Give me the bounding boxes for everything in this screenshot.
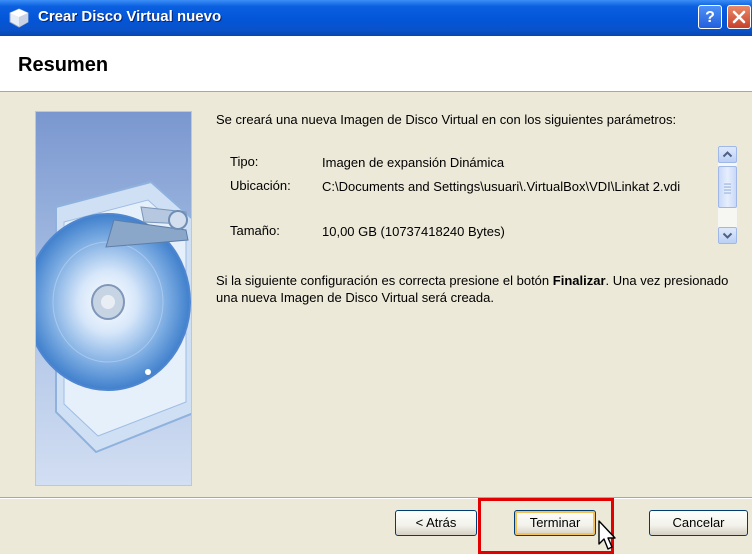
finish-highlight-box bbox=[478, 498, 614, 554]
note-finish-word: Finalizar bbox=[552, 273, 606, 288]
confirmation-note: Si la siguiente configuración es correct… bbox=[216, 272, 731, 306]
title-bar[interactable]: Crear Disco Virtual nuevo ? bbox=[0, 0, 752, 36]
summary-intro: Se creará una nueva Imagen de Disco Virt… bbox=[216, 112, 677, 127]
grip-icon bbox=[724, 182, 731, 194]
param-label-location: Ubicación: bbox=[230, 178, 291, 193]
footer-separator bbox=[0, 497, 752, 499]
hard-disk-illustration bbox=[35, 111, 192, 486]
param-label-size: Tamaño: bbox=[230, 223, 280, 238]
param-value-size: 10,00 GB (10737418240 Bytes) bbox=[322, 224, 505, 239]
wizard-header: Resumen bbox=[0, 36, 752, 92]
back-button[interactable]: < Atrás bbox=[395, 510, 477, 536]
mouse-pointer-icon bbox=[598, 520, 616, 550]
chevron-down-icon bbox=[722, 232, 733, 239]
page-title: Resumen bbox=[18, 54, 109, 76]
scroll-down-button[interactable] bbox=[718, 227, 737, 244]
virtualbox-icon bbox=[9, 8, 29, 28]
hard-disk-icon bbox=[36, 180, 191, 454]
scroll-up-button[interactable] bbox=[718, 146, 737, 163]
close-button[interactable] bbox=[727, 5, 751, 29]
chevron-up-icon bbox=[722, 151, 733, 158]
scroll-thumb[interactable] bbox=[718, 166, 737, 208]
param-value-type: Imagen de expansión Dinámica bbox=[322, 155, 505, 170]
help-button[interactable]: ? bbox=[698, 5, 722, 29]
window-title: Crear Disco Virtual nuevo bbox=[38, 8, 222, 25]
parameters-list[interactable]: Tipo: Imagen de expansión Dinámica Ubica… bbox=[216, 145, 737, 245]
close-icon bbox=[732, 10, 746, 24]
param-value-location: C:\Documents and Settings\usuari\.Virtua… bbox=[322, 179, 681, 194]
cancel-button[interactable]: Cancelar bbox=[649, 510, 748, 536]
note-text-start: Si la siguiente configuración es correct… bbox=[216, 273, 553, 288]
param-label-type: Tipo: bbox=[230, 154, 259, 169]
parameters-scrollbar[interactable] bbox=[718, 146, 737, 244]
